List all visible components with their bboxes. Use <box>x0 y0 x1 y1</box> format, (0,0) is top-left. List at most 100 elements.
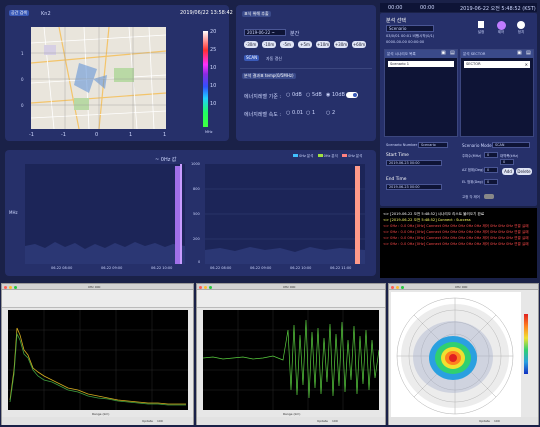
toolbar: 설정 제어 정지 <box>468 21 534 45</box>
sector-list: 분석 SECTOR ▣ ▤ SECTOR ✕ <box>460 49 534 137</box>
time-field[interactable]: 2019-06-22 ~ <box>244 29 286 36</box>
control-title: 표식 위해 추출 <box>242 11 271 17</box>
el-range-field[interactable]: 0 <box>484 179 498 185</box>
stop-icon <box>517 21 525 29</box>
window-titlebar[interactable]: 0Hz 000 <box>2 284 193 290</box>
scan-toggle[interactable]: SCAN <box>244 55 260 61</box>
start-time-label: Start Time <box>386 153 409 158</box>
info-line2: 0000-00-00 00:00:00 <box>386 40 425 44</box>
window-footer: Update 100 <box>389 417 538 425</box>
radio-icon: ○ <box>326 110 331 116</box>
spectrum-window-2: 0Hz 000 Range (km) Update 100 <box>196 283 386 425</box>
left-xtick: 06-22 08:00 <box>51 266 73 270</box>
delete-button[interactable]: Delete <box>516 168 532 175</box>
legend-swatch <box>293 154 298 157</box>
radio-icon: ○ <box>286 110 291 116</box>
window-toolbar <box>2 290 193 308</box>
close-icon[interactable] <box>199 285 202 289</box>
toggle-switch[interactable] <box>346 92 358 98</box>
window-titlebar[interactable]: 0Hz 000 <box>389 284 538 290</box>
time-btn-minus30[interactable]: -30m <box>244 41 258 48</box>
scenario-list: 분석 시나리오 목록 ▣ ▤ Scenario 1 <box>384 49 458 137</box>
left-spectrum-chart[interactable] <box>25 164 185 264</box>
radio-5db[interactable]: ○ 5dB <box>306 92 322 98</box>
radio-2[interactable]: ○ 2 <box>326 110 335 116</box>
time-btn-plus5[interactable]: +5m <box>298 41 312 48</box>
scenario-list-item[interactable]: Scenario 1 <box>388 61 454 67</box>
add-button[interactable]: Add <box>502 168 514 175</box>
scenario-select[interactable]: Scenario <box>386 25 434 32</box>
subtab-label[interactable]: Kn2 <box>41 11 51 17</box>
radio-1[interactable]: ○ 1 <box>306 110 315 116</box>
bandwidth-field[interactable]: 0 <box>500 159 514 165</box>
window-plot[interactable] <box>8 310 188 410</box>
tab-space-search[interactable]: 공간 검색 <box>9 10 29 16</box>
colorbar-tick: 10 <box>210 101 217 107</box>
update-value[interactable]: 100 <box>157 419 163 423</box>
colorbar-tick: 20 <box>210 29 217 35</box>
right-ytick: 500 <box>193 212 200 216</box>
map-panel: 공간 검색 Kn2 2019/06/22 13:58:42 1 0 0 -1 -… <box>5 5 233 141</box>
legend-entry: 0Hz 분석 <box>323 154 338 158</box>
update-value[interactable]: 100 <box>332 419 338 423</box>
radio-icon: ○ <box>286 92 291 98</box>
maximize-icon[interactable] <box>401 285 404 289</box>
right-xtick: 06-22 08:00 <box>210 266 232 270</box>
spectrum-panel: ~ 0Hz 값 MHz 06-22 08:00 06-22 09:00 06-2… <box>5 150 376 276</box>
status-time: 2019-06-22 오전 5:48:52 (KST) <box>460 6 536 12</box>
time-btn-plus30[interactable]: +30m <box>334 41 348 48</box>
radio-icon: ◉ <box>326 92 331 98</box>
close-icon[interactable]: ✕ <box>525 61 528 68</box>
time-btn-plus10[interactable]: +10m <box>316 41 330 48</box>
map-colorbar <box>203 31 208 127</box>
polar-plot[interactable] <box>391 292 521 417</box>
right-xtick: 06-22 09:00 <box>250 266 272 270</box>
close-icon[interactable] <box>4 285 7 289</box>
update-label: Update <box>142 419 153 423</box>
minimize-icon[interactable] <box>9 285 12 289</box>
window-title: 0Hz 000 <box>88 285 101 289</box>
settings-button[interactable]: 설정 <box>474 21 488 35</box>
play-button[interactable]: 제어 <box>494 21 508 35</box>
document-icon <box>478 21 484 28</box>
scenario-mode-select[interactable]: SCAN <box>492 142 530 148</box>
map-xtick: 1 <box>129 132 133 138</box>
radio-001[interactable]: ○ 0.01 <box>286 110 303 116</box>
right-ytick: 1000 <box>191 162 200 166</box>
add-icon[interactable]: ▣ <box>441 50 446 56</box>
stop-button[interactable]: 정지 <box>514 21 528 35</box>
right-status-bar: 00:00 00:00 2019-06-22 오전 5:48:52 (KST) <box>380 3 537 12</box>
add-icon[interactable]: ▣ <box>517 50 522 56</box>
right-spectrum-chart[interactable] <box>205 164 365 264</box>
map-view[interactable]: 1 0 0 <box>19 23 169 133</box>
window-toolbar <box>197 290 385 308</box>
minimize-icon[interactable] <box>396 285 399 289</box>
freq-field[interactable]: 0 <box>484 152 498 158</box>
maximize-icon[interactable] <box>14 285 17 289</box>
sector-list-item[interactable]: SECTOR ✕ <box>464 61 530 68</box>
rotator-toggle[interactable] <box>484 194 494 199</box>
scenario-number-field[interactable]: Scenario <box>418 142 448 148</box>
az-range-field[interactable]: 0 <box>484 167 498 173</box>
right-title: 분석 선택 <box>386 18 406 24</box>
time-btn-minus5[interactable]: -5m <box>280 41 294 48</box>
right-panel: 분석 선택 Scenario 03/0/01 00:01 비행시작(0/1) 0… <box>380 13 537 206</box>
maximize-icon[interactable] <box>209 285 212 289</box>
close-icon[interactable] <box>391 285 394 289</box>
delete-icon[interactable]: ▤ <box>526 50 531 56</box>
radio-10db[interactable]: ◉ 10dB <box>326 92 345 98</box>
update-value[interactable]: 100 <box>494 419 500 423</box>
minimize-icon[interactable] <box>204 285 207 289</box>
time-unit: 분간 <box>290 31 300 37</box>
map-datetime: 2019/06/22 13:58:42 <box>180 10 233 16</box>
window-xlabel: Range (km) <box>92 412 110 416</box>
window-plot[interactable] <box>203 310 379 410</box>
delete-icon[interactable]: ▤ <box>450 50 455 56</box>
time-btn-plus60[interactable]: +60m <box>352 41 366 48</box>
update-label: Update <box>479 419 490 423</box>
time-btn-minus10[interactable]: -10m <box>262 41 276 48</box>
window-titlebar[interactable]: 0Hz 000 <box>197 284 385 290</box>
start-time-field[interactable]: 2019-06-23 00:00 <box>386 160 442 166</box>
end-time-field[interactable]: 2019-06-23 00:00 <box>386 184 442 190</box>
radio-0db[interactable]: ○ 0dB <box>286 92 302 98</box>
